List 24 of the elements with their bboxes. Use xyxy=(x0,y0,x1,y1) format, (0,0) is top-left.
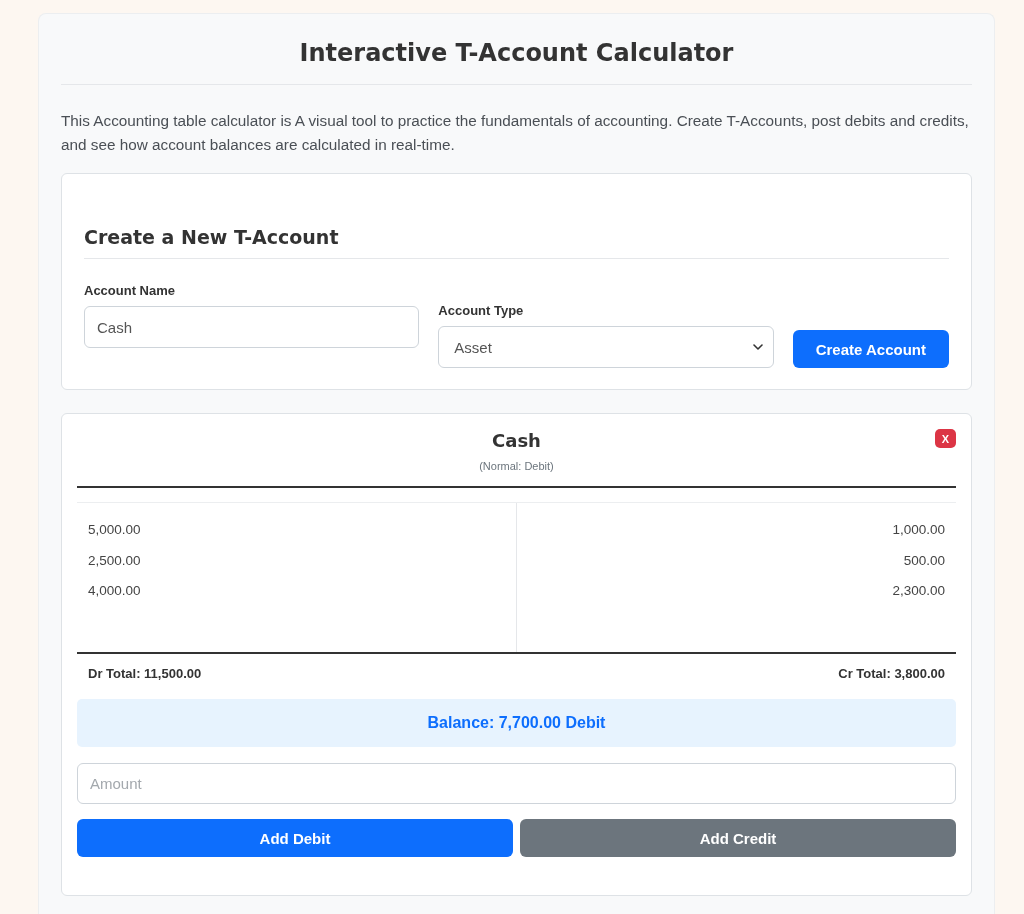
field-label: Account Name xyxy=(84,283,176,298)
page-title: Interactive T-Account Calculator xyxy=(61,39,972,85)
normal-balance-label: (Normal: Debit) xyxy=(479,460,554,472)
debit-total: Dr Total: 11,500.00 xyxy=(88,666,202,681)
credit-total: Cr Total: 3,800.00 xyxy=(838,666,945,681)
intro-paragraph: This Accounting table calculator is A visual tool to practice the fundamentals of accounting. Create T-Accounts, post debits and credits, and see how account balances are calculated in real-time. xyxy=(61,111,970,155)
field-label: Account Type xyxy=(438,303,524,318)
balance-banner: Balance: 7,700.00 Debit xyxy=(77,699,956,747)
account-name: Cash xyxy=(492,429,541,453)
amount-field[interactable]: Amount xyxy=(77,763,956,804)
create-account-button[interactable]: Create Account xyxy=(792,330,949,368)
add-debit-button[interactable]: Add Debit xyxy=(77,819,513,857)
account-type-dropdown[interactable]: Asset xyxy=(438,326,774,368)
credit-entry: 2,300.00 xyxy=(891,582,946,600)
debit-entry: 5,000.00 xyxy=(87,521,142,539)
debit-entry: 2,500.00 xyxy=(87,551,142,570)
add-credit-button[interactable]: Add Credit xyxy=(520,819,956,857)
debit-entry: 4,000.00 xyxy=(87,582,142,600)
credit-entry: 500.00 xyxy=(902,551,946,570)
account-name-field[interactable]: Cash xyxy=(84,306,420,348)
form-heading: Create a New T-Account xyxy=(84,226,949,259)
chevron-down-icon xyxy=(752,344,763,350)
delete-account-button[interactable]: X xyxy=(934,429,956,448)
credit-entry: 1,000.00 xyxy=(891,521,946,539)
